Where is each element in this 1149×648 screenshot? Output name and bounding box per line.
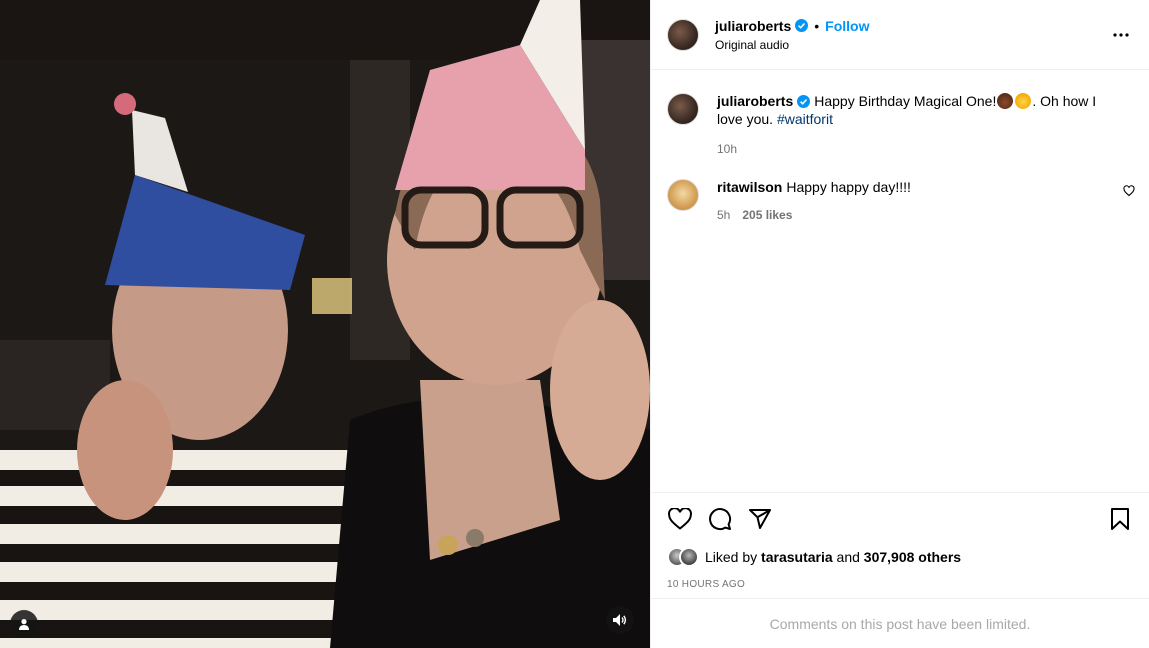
more-options-icon [1113,32,1129,37]
comment-body: Happy happy day!!!! [786,179,911,195]
liked-by: Liked by tarasutaria and 307,908 others [667,547,1133,567]
caption-text-part1: Happy Birthday Magical One! [814,93,997,109]
comment-time[interactable]: 5h [717,208,730,222]
liked-by-text: Liked by tarasutaria and 307,908 others [705,549,961,565]
author-info: juliaroberts • Follow Original audio [715,18,869,52]
post-header: juliaroberts • Follow Original audio [651,0,1149,70]
save-button[interactable] [1107,506,1133,532]
caption-avatar[interactable] [667,93,699,125]
post-actions: Liked by tarasutaria and 307,908 others … [651,492,1149,598]
comments-limited-notice: Comments on this post have been limited. [651,598,1149,648]
liked-by-and: and [836,549,860,565]
heart-icon [1123,185,1135,197]
commenter-avatar[interactable] [667,179,699,211]
sound-toggle-button[interactable] [606,606,634,634]
comment-likes[interactable]: 205 likes [742,208,792,222]
video-frame [0,0,650,648]
audio-link[interactable]: Original audio [715,38,869,52]
comment-meta: 5h 205 likes [717,208,1113,222]
author-avatar[interactable] [667,18,699,51]
video-player[interactable] [0,0,650,648]
comment-button[interactable] [707,506,733,532]
comment-icon [709,508,732,531]
caption: juliaroberts Happy Birthday Magical One!.… [667,92,1133,156]
sound-on-icon [613,614,627,626]
author-username[interactable]: juliaroberts [715,18,791,34]
share-icon [749,509,771,529]
like-button[interactable] [667,506,693,532]
comment-text: ritawilson Happy happy day!!!! [717,178,1113,196]
bookmark-icon [1111,508,1129,530]
party-face-emoji-icon [1015,93,1032,109]
liked-by-prefix: Liked by [705,549,758,565]
caption-username[interactable]: juliaroberts [717,93,793,109]
liked-by-user[interactable]: tarasutaria [761,549,833,565]
separator-dot: • [814,17,820,34]
post-sidebar: juliaroberts • Follow Original audio jul… [650,0,1149,648]
liker-avatar[interactable] [679,547,699,567]
liked-by-others[interactable]: 307,908 others [864,549,961,565]
heart-icon [668,508,692,530]
more-options-button[interactable] [1109,23,1133,47]
verified-badge-icon [795,19,809,32]
caption-time[interactable]: 10h [717,142,737,156]
comment-item: ritawilson Happy happy day!!!! 5h 205 lik… [667,178,1135,222]
verified-badge-icon [797,95,811,108]
comments-list: juliaroberts Happy Birthday Magical One!.… [651,70,1149,492]
comment-like-button[interactable] [1123,184,1137,198]
caption-meta: 10h [717,142,1113,156]
caption-text: juliaroberts Happy Birthday Magical One!.… [717,92,1113,128]
post-modal: juliaroberts • Follow Original audio jul… [0,0,1149,648]
cake-emoji-icon [997,93,1014,109]
tagged-users-button[interactable] [10,610,38,638]
share-button[interactable] [747,506,773,532]
post-timestamp[interactable]: 10 HOURS AGO [667,579,1133,590]
hashtag-link[interactable]: #waitforit [777,111,833,127]
follow-button[interactable]: Follow [825,18,869,34]
user-tag-icon [19,619,29,630]
commenter-username[interactable]: ritawilson [717,179,782,195]
